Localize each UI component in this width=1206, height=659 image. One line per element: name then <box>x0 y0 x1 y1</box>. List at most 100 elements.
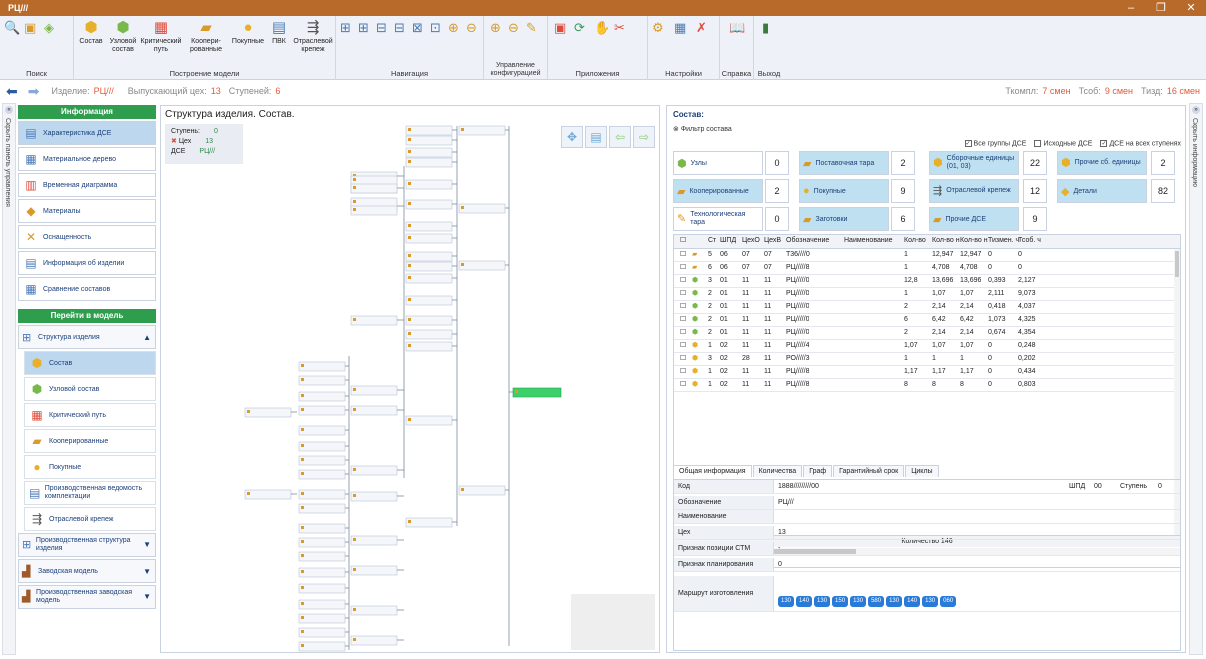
tree-node[interactable] <box>350 635 398 646</box>
row-checkbox[interactable]: ☐ <box>680 353 686 365</box>
grid-header-cell[interactable]: Обозначение <box>786 235 829 247</box>
tree-node[interactable] <box>298 441 346 452</box>
tree-node[interactable] <box>298 489 346 500</box>
tree-node[interactable] <box>244 489 292 500</box>
config-edit-icon[interactable]: ✎ <box>526 20 537 36</box>
arrow-right-icon[interactable]: ⇨ <box>633 126 655 148</box>
row-checkbox[interactable]: ☐ <box>680 249 686 261</box>
fasteners-button[interactable]: ⇶ Отраслевой крепеж <box>292 19 334 54</box>
settings-grid-icon[interactable]: ▦ <box>674 20 686 36</box>
tree-node[interactable] <box>405 157 453 168</box>
tree-node[interactable] <box>298 613 346 624</box>
hand-icon[interactable]: ✋ <box>594 20 610 36</box>
row-checkbox[interactable]: ☐ <box>680 275 686 287</box>
tree-node[interactable] <box>350 465 398 476</box>
grid-header-cell[interactable]: Кол-во н <box>960 235 988 247</box>
tree-node[interactable] <box>350 183 398 194</box>
tree-node[interactable] <box>405 295 453 306</box>
tree-node[interactable] <box>405 179 453 190</box>
tree-node[interactable] <box>298 641 346 652</box>
tile-details[interactable]: ◆ Детали <box>1057 179 1147 203</box>
nav-group-factory-model[interactable]: ▟ Заводская модель ▼ <box>18 559 156 583</box>
cooperated-button[interactable]: ▰ Коопери-рованные <box>184 19 228 54</box>
table-row[interactable]: ☐ ⬢ 1 02 11 11 РЦ/////4 1,07 1,07 1,07 0 0,248 <box>674 340 1180 353</box>
tree-node[interactable] <box>350 315 398 326</box>
tree-node[interactable] <box>298 567 346 578</box>
row-checkbox[interactable]: ☐ <box>680 379 686 391</box>
collapse-right-icon[interactable]: » <box>1192 106 1200 114</box>
table-row[interactable]: ☐ ▰ 6 06 07 07 РЦ/////8 1 4,708 4,708 0 0 <box>674 262 1180 275</box>
tile-cooperated[interactable]: ▰ Кооперированные <box>673 179 763 203</box>
tree-node[interactable] <box>350 535 398 546</box>
arrow-left-icon[interactable]: ⇦ <box>609 126 631 148</box>
designation-field[interactable]: РЦ/// <box>778 496 794 509</box>
tree-node[interactable] <box>405 517 453 528</box>
row-checkbox[interactable]: ☐ <box>680 340 686 352</box>
tree-node[interactable] <box>405 261 453 272</box>
tree-node[interactable] <box>298 627 346 638</box>
tree-node[interactable] <box>405 415 453 426</box>
tree-node[interactable] <box>350 565 398 576</box>
nav-item-material-tree[interactable]: ▦ Материальное дерево <box>18 147 156 171</box>
tree-node[interactable] <box>298 599 346 610</box>
exit-door-icon[interactable]: ▮ <box>762 20 769 36</box>
maximize-icon[interactable]: ❐ <box>1146 0 1176 16</box>
nav-item-compare[interactable]: ▦ Сравнение составов <box>18 277 156 301</box>
tile-blanks[interactable]: ▰ Заготовки <box>799 207 889 231</box>
tab-quantities[interactable]: Количества <box>752 465 803 477</box>
refresh-icon[interactable]: ⟳ <box>574 20 585 36</box>
tree-node[interactable] <box>405 315 453 326</box>
tab-general[interactable]: Общая информация <box>673 465 752 477</box>
left-collapse-strip[interactable]: « Скрыть панель управления <box>2 103 16 655</box>
fit-view-icon[interactable]: ✥ <box>561 126 583 148</box>
tree-node[interactable] <box>350 385 398 396</box>
row-checkbox[interactable]: ☐ <box>680 288 686 300</box>
tree-node[interactable] <box>405 329 453 340</box>
forward-arrow-icon[interactable]: ➡ <box>28 83 40 100</box>
level-field[interactable]: 0 <box>1158 480 1162 493</box>
sub-item-composition[interactable]: ⬢ Состав <box>24 351 156 375</box>
grid-header-cell[interactable]: ШПД <box>720 235 736 247</box>
tile-supply-container[interactable]: ▰ Поставочная тара <box>799 151 889 175</box>
nav-tree2-icon[interactable]: ⊞ <box>358 20 369 36</box>
settings-tools-icon[interactable]: ✗ <box>696 20 707 36</box>
tree-node[interactable] <box>405 199 453 210</box>
grid-header-cell[interactable]: Кол-во н <box>932 235 960 247</box>
grid-header-cell[interactable]: Наименование <box>844 235 893 247</box>
tree-node[interactable] <box>298 361 346 372</box>
table-row[interactable]: ☐ ⬢ 3 02 28 11 РО/////3 1 1 1 0 0,202 <box>674 353 1180 366</box>
node-composition-button[interactable]: ⬢ Узловой состав <box>108 19 138 54</box>
nav-group-structure[interactable]: ⊞ Структура изделия ▲ <box>18 325 156 349</box>
config-branch-icon[interactable]: ⊕ <box>490 20 501 36</box>
collapse-left-icon[interactable]: « <box>5 106 13 114</box>
tab-warranty[interactable]: Гарантийный срок <box>833 465 905 477</box>
grid-header-cell[interactable]: Тсоб. ч <box>1018 235 1041 247</box>
nav-item-equipment[interactable]: ✕ Оснащенность <box>18 225 156 249</box>
row-checkbox[interactable]: ☐ <box>680 314 686 326</box>
row-checkbox[interactable]: ☐ <box>680 366 686 378</box>
tree-node[interactable] <box>298 503 346 514</box>
tree-node[interactable] <box>405 147 453 158</box>
sub-item-node-composition[interactable]: ⬢ Узловой состав <box>24 377 156 401</box>
minimize-icon[interactable]: – <box>1116 0 1146 16</box>
search-icon[interactable]: 🔍 <box>4 20 20 36</box>
tile-fasteners[interactable]: ⇶ Отраслевой крепеж <box>929 179 1019 203</box>
back-arrow-icon[interactable]: ⬅ <box>6 83 18 100</box>
tree-node[interactable] <box>298 391 346 402</box>
tile-tech-container[interactable]: ✎ Технологическая тара <box>673 207 763 231</box>
tree-node[interactable] <box>244 407 292 418</box>
code-field[interactable]: 1888/////////00 <box>778 480 819 493</box>
tree-node[interactable] <box>350 491 398 502</box>
box-icon[interactable]: ▣ <box>24 20 36 36</box>
tree-node[interactable] <box>405 125 453 136</box>
nav-tree4-icon[interactable]: ⊟ <box>394 20 405 36</box>
composition-filter[interactable]: ⊗ Фильтр состава <box>673 125 732 133</box>
nav-link-icon[interactable]: ⊡ <box>430 20 441 36</box>
nav-group-production-structure[interactable]: ⊞ Производственная структура изделия ▼ <box>18 533 156 557</box>
nav-item-time-diagram[interactable]: ▥ Временная диаграмма <box>18 173 156 197</box>
tree-node[interactable] <box>350 405 398 416</box>
tree-node[interactable] <box>298 583 346 594</box>
grid-header-cell[interactable]: Тизмен. ч <box>988 235 1019 247</box>
sub-item-cooperated[interactable]: ▰ Кооперированные <box>24 429 156 453</box>
settings-people-icon[interactable]: ⚙ <box>652 20 664 36</box>
